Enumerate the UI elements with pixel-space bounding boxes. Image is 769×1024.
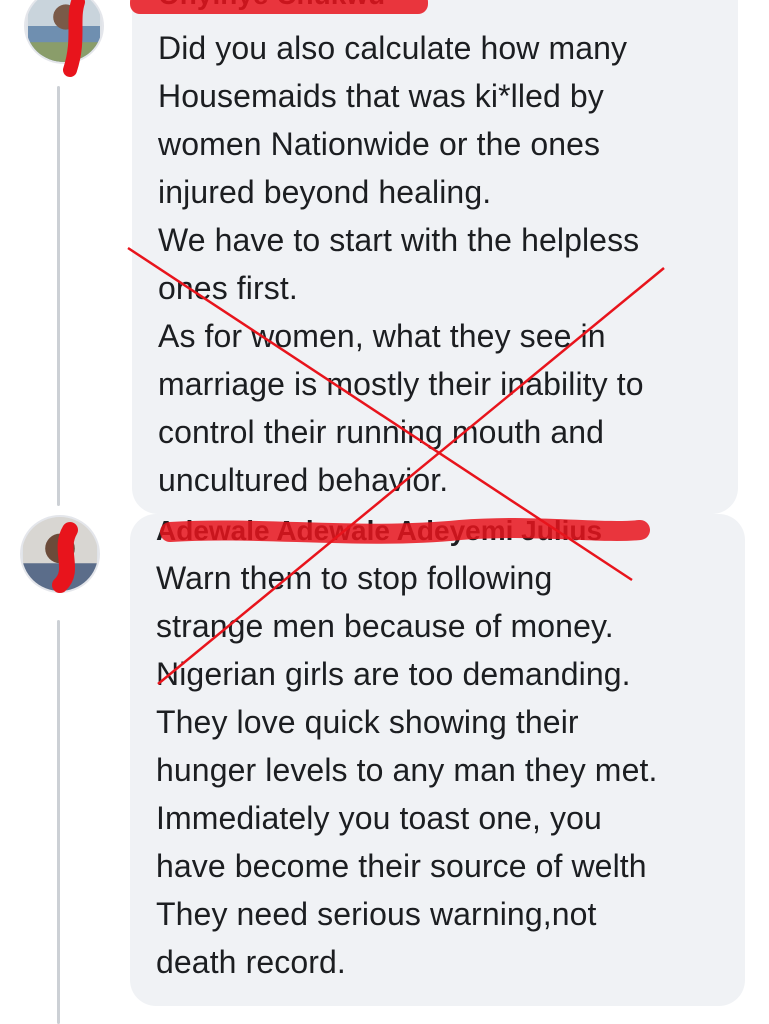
comment-text-line: marriage is mostly their inability to — [158, 366, 644, 402]
comment-text-line: They need serious warning,not — [156, 896, 597, 932]
comment-text-line: Warn them to stop following — [156, 560, 553, 596]
comment-text-line: have become their source of welth — [156, 848, 647, 884]
comment-text-line: uncultured behavior. — [158, 462, 449, 498]
comment-text-line: They love quick showing their — [156, 704, 579, 740]
avatar-2[interactable] — [20, 515, 100, 593]
comment-text-line: We have to start with the helpless — [158, 222, 640, 258]
comment-text-line: death record. — [156, 944, 346, 980]
comment-text-line: control their running mouth and — [158, 414, 605, 450]
comment-text-line: women Nationwide or the ones — [158, 126, 601, 162]
comment-author-1[interactable]: Onyinye Chukwu — [158, 0, 385, 12]
avatar-1[interactable] — [24, 0, 104, 64]
comment-text-line: Nigerian girls are too demanding. — [156, 656, 631, 692]
comment-text-line: ones first. — [158, 270, 298, 306]
comment-text-line: Housemaids that was ki*lled by — [158, 78, 604, 114]
thread-line-2 — [57, 620, 60, 1024]
comment-text-line: As for women, what they see in — [158, 318, 606, 354]
comment-text-line: Immediately you toast one, you — [156, 800, 602, 836]
comment-text-line: strange men because of money. — [156, 608, 614, 644]
comment-text-line: Did you also calculate how many — [158, 30, 628, 66]
comment-text-line: hunger levels to any man they met. — [156, 752, 658, 788]
avatar-photo-icon — [28, 0, 100, 62]
thread-line-1 — [57, 86, 60, 506]
avatar-photo-icon — [23, 517, 97, 591]
comment-author-2[interactable]: Adewale Adewale Adeyemi Julius — [156, 514, 602, 548]
comment-text-line: injured beyond healing. — [158, 174, 492, 210]
